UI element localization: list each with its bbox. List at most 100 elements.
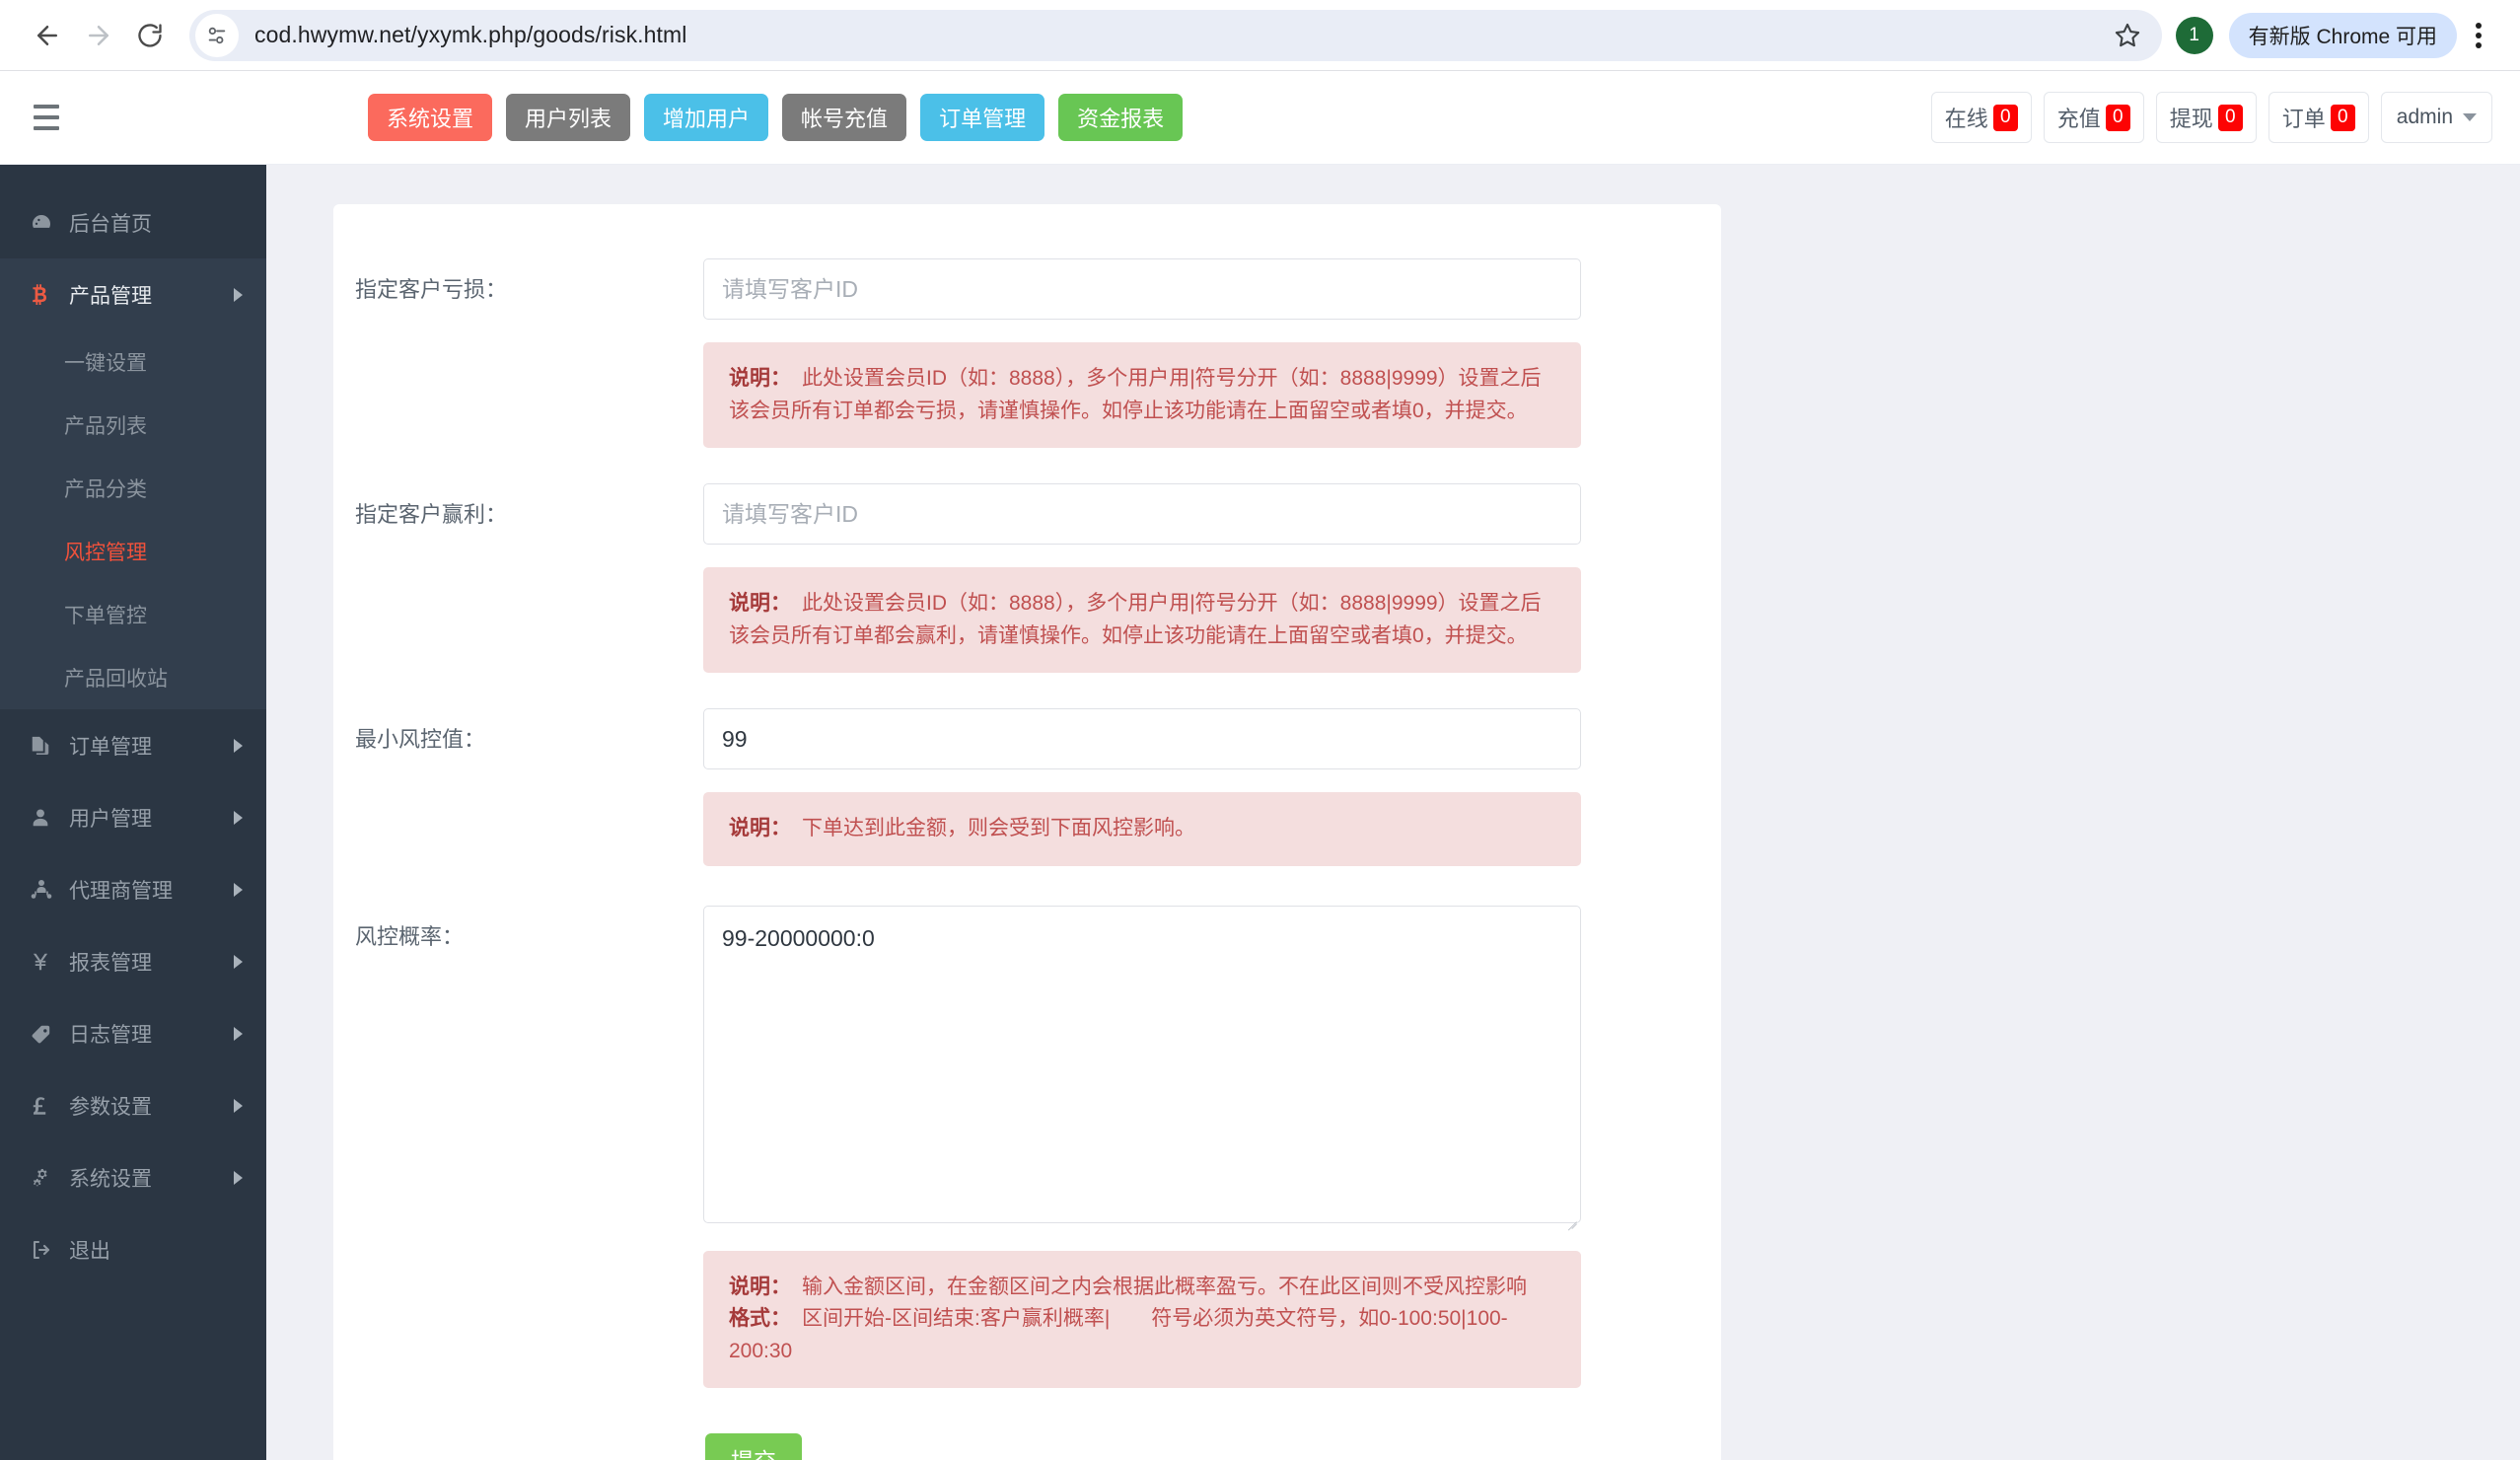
profile-avatar[interactable]: 1 — [2175, 16, 2213, 54]
nav-pill-account-recharge[interactable]: 帐号充值 — [782, 94, 907, 141]
sidebar-subitem-product-list[interactable]: 产品列表 — [0, 394, 266, 457]
sidebar-item-label: 产品管理 — [69, 284, 152, 308]
sidebar-item-dashboard[interactable]: 后台首页 — [0, 186, 266, 258]
chevron-right-icon — [234, 738, 243, 753]
sidebar-subitem-product-category[interactable]: 产品分类 — [0, 457, 266, 520]
quick-nav-pills: 系统设置 用户列表 增加用户 帐号充值 订单管理 资金报表 — [368, 94, 1184, 141]
alert-text: 此处设置会员ID（如：8888），多个用户用|符号分开（如：8888|9999）… — [729, 592, 1542, 647]
sidebar-item-label: 日志管理 — [69, 1023, 152, 1047]
sidebar-item-label: 参数设置 — [69, 1095, 152, 1119]
status-withdraw[interactable]: 提现 0 — [2155, 92, 2257, 143]
field-label-risk-probability: 风控概率： — [355, 923, 465, 949]
sidebar: 后台首页 产品管理 一键设置 产品列表 产品分类 风控管理 下单管控 产品回收站… — [0, 165, 266, 1460]
sidebar-item-label: 用户管理 — [69, 807, 152, 831]
gears-icon — [30, 1166, 69, 1190]
chevron-right-icon — [234, 1026, 243, 1041]
alert-line-format: 格式： 区间开始-区间结束:客户赢利概率| 符号必须为英文符号，如0-100:50… — [729, 1303, 1555, 1367]
alert-designated-loss: 说明： 此处设置会员ID（如：8888），多个用户用|符号分开（如：8888|99… — [703, 342, 1581, 449]
sidebar-item-parameter-settings[interactable]: 参数设置 — [0, 1069, 266, 1141]
browser-toolbar: cod.hwymw.net/yxymk.php/goods/risk.html … — [0, 0, 2520, 71]
pound-icon — [30, 1094, 69, 1118]
alert-text: 此处设置会员ID（如：8888），多个用户用|符号分开（如：8888|9999）… — [729, 367, 1542, 422]
status-orders-label: 订单 — [2281, 107, 2326, 131]
sidebar-subitem-risk-management[interactable]: 风控管理 — [0, 520, 266, 583]
designated-profit-input[interactable] — [703, 483, 1581, 546]
risk-settings-card: 指定客户亏损： 说明：此处设置会员ID（如：8888），多个用户用|符号分开（如… — [333, 204, 1721, 1460]
submit-button[interactable]: 提交 — [705, 1433, 802, 1460]
min-risk-value-input[interactable] — [703, 708, 1581, 770]
status-orders-count: 0 — [2330, 104, 2355, 131]
status-withdraw-count: 0 — [2217, 104, 2243, 131]
status-withdraw-label: 提现 — [2169, 107, 2213, 131]
status-recharge[interactable]: 充值 0 — [2043, 92, 2144, 143]
admin-label: admin — [2396, 106, 2453, 128]
sidebar-toggle-icon[interactable] — [18, 105, 87, 130]
alert-text: 输入金额区间，在金额区间之内会根据此概率盈亏。不在此区间则不受风控影响 — [802, 1275, 1527, 1298]
field-label-min-risk-value: 最小风控值： — [355, 727, 486, 753]
field-row-designated-loss: 指定客户亏损： 说明：此处设置会员ID（如：8888），多个用户用|符号分开（如… — [333, 258, 1721, 483]
admin-menu[interactable]: admin — [2380, 92, 2492, 143]
sidebar-item-label: 后台首页 — [69, 212, 152, 236]
status-online-label: 在线 — [1944, 107, 1988, 131]
nav-pill-order-management[interactable]: 订单管理 — [920, 94, 1045, 141]
sidebar-subitem-product-recycle-bin[interactable]: 产品回收站 — [0, 646, 266, 709]
forward-icon[interactable] — [73, 10, 124, 61]
chevron-right-icon — [234, 810, 243, 825]
sidebar-item-log-management[interactable]: 日志管理 — [0, 997, 266, 1069]
main-content: 指定客户亏损： 说明：此处设置会员ID（如：8888），多个用户用|符号分开（如… — [266, 165, 2520, 1460]
nav-pill-system-settings[interactable]: 系统设置 — [368, 94, 493, 141]
site-settings-icon[interactable] — [195, 13, 239, 57]
sidebar-item-label: 代理商管理 — [69, 879, 173, 903]
alert-text: 下单达到此金额，则会受到下面风控影响。 — [802, 817, 1195, 840]
sidebar-subitem-order-control[interactable]: 下单管控 — [0, 583, 266, 646]
risk-probability-textarea[interactable] — [703, 905, 1581, 1223]
sidebar-item-agent-management[interactable]: 代理商管理 — [0, 853, 266, 925]
sidebar-item-order-management[interactable]: 订单管理 — [0, 709, 266, 781]
status-recharge-label: 充值 — [2056, 107, 2101, 131]
alert-risk-probability: 说明： 输入金额区间，在金额区间之内会根据此概率盈亏。不在此区间则不受风控影响 格… — [703, 1250, 1581, 1389]
status-recharge-count: 0 — [2105, 104, 2130, 131]
yen-icon — [30, 950, 69, 974]
sidebar-item-user-management[interactable]: 用户管理 — [0, 781, 266, 853]
bookmark-star-icon[interactable] — [2105, 13, 2150, 58]
field-label-designated-loss: 指定客户亏损： — [355, 277, 508, 302]
chevron-right-icon — [234, 1098, 243, 1113]
sidebar-group-products: 产品管理 一键设置 产品列表 产品分类 风控管理 下单管控 产品回收站 — [0, 258, 266, 709]
dashboard-icon — [30, 211, 69, 235]
chevron-right-icon — [234, 954, 243, 969]
sidebar-subitem-one-click-setup[interactable]: 一键设置 — [0, 330, 266, 394]
status-orders[interactable]: 订单 0 — [2268, 92, 2369, 143]
tag-icon — [30, 1022, 69, 1046]
reload-icon[interactable] — [124, 10, 176, 61]
sidebar-item-system-settings[interactable]: 系统设置 — [0, 1141, 266, 1213]
sidebar-item-label: 系统设置 — [69, 1167, 152, 1191]
chevron-right-icon — [234, 287, 243, 302]
alert-label: 说明： — [729, 367, 791, 390]
chrome-update-button[interactable]: 有新版 Chrome 可用 — [2228, 12, 2457, 58]
header-status-area: 在线 0 充值 0 提现 0 订单 0 admin — [1930, 92, 2520, 143]
designated-loss-input[interactable] — [703, 258, 1581, 320]
nav-pill-add-user[interactable]: 增加用户 — [644, 94, 769, 141]
address-bar[interactable]: cod.hwymw.net/yxymk.php/goods/risk.html — [189, 9, 2162, 61]
alert-line-description: 说明： 输入金额区间，在金额区间之内会根据此概率盈亏。不在此区间则不受风控影响 — [729, 1272, 1555, 1304]
status-online-count: 0 — [1992, 104, 2018, 131]
field-row-designated-profit: 指定客户赢利： 说明：此处设置会员ID（如：8888），多个用户用|符号分开（如… — [333, 483, 1721, 708]
sidebar-item-report-management[interactable]: 报表管理 — [0, 925, 266, 997]
user-icon — [30, 806, 69, 830]
chrome-menu-icon[interactable] — [2459, 13, 2498, 58]
nav-pill-fund-report[interactable]: 资金报表 — [1058, 94, 1184, 141]
nav-pill-user-list[interactable]: 用户列表 — [506, 94, 631, 141]
status-online[interactable]: 在线 0 — [1930, 92, 2032, 143]
app-header: 系统设置 用户列表 增加用户 帐号充值 订单管理 资金报表 在线 0 充值 0 … — [0, 71, 2520, 165]
chevron-right-icon — [234, 882, 243, 897]
page-shell: 后台首页 产品管理 一键设置 产品列表 产品分类 风控管理 下单管控 产品回收站… — [0, 165, 2520, 1460]
sidebar-item-product-management[interactable]: 产品管理 — [0, 258, 266, 330]
alert-text: 区间开始-区间结束:客户赢利概率| 符号必须为英文符号，如0-100:50|10… — [729, 1307, 1508, 1362]
sidebar-item-logout[interactable]: 退出 — [0, 1213, 266, 1285]
alert-designated-profit: 说明： 此处设置会员ID（如：8888），多个用户用|符号分开（如：8888|99… — [703, 567, 1581, 674]
agent-icon — [30, 878, 69, 902]
chevron-right-icon — [234, 1170, 243, 1185]
alert-label: 说明： — [729, 592, 791, 616]
back-icon[interactable] — [22, 10, 73, 61]
alert-label: 说明： — [729, 817, 791, 840]
